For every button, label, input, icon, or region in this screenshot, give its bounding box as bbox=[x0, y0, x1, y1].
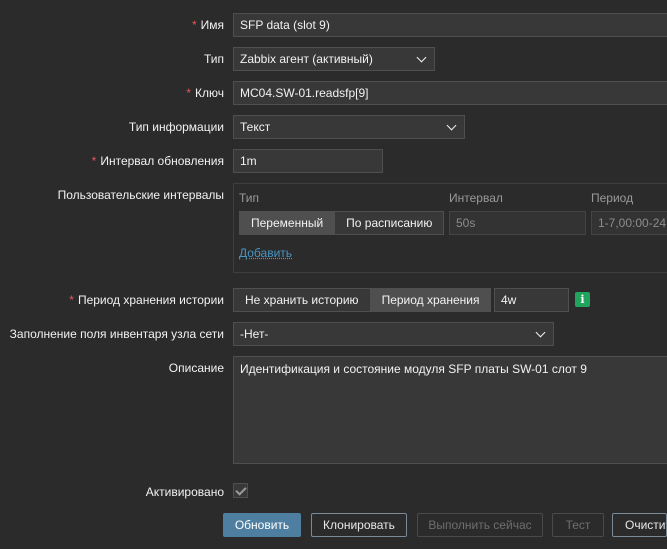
info-type-select-value: Текст bbox=[240, 120, 271, 134]
add-interval-link[interactable]: Добавить bbox=[239, 246, 292, 260]
interval-type-toggle: Переменный По расписанию bbox=[239, 211, 445, 235]
execute-now-button[interactable]: Выполнить сейчас bbox=[417, 513, 543, 537]
type-select-value: Zabbix агент (активный) bbox=[240, 52, 373, 66]
history-mode-toggle: Не хранить историю Период хранения bbox=[233, 288, 492, 312]
enabled-checkbox[interactable] bbox=[233, 483, 248, 498]
test-button[interactable]: Тест bbox=[552, 513, 604, 537]
required-marker: * bbox=[191, 18, 197, 32]
custom-intervals-label: Пользовательские интервалы bbox=[57, 188, 224, 202]
history-input[interactable]: 4w bbox=[494, 288, 569, 312]
description-label: Описание bbox=[168, 361, 224, 375]
opt-scheduling[interactable]: По расписанию bbox=[334, 211, 445, 235]
key-input[interactable]: MC04.SW-01.readsfp[9] bbox=[233, 81, 667, 105]
name-input[interactable]: SFP data (slot 9) bbox=[233, 13, 667, 37]
required-marker: * bbox=[186, 86, 192, 100]
inventory-select[interactable]: -Нет- bbox=[233, 322, 554, 346]
info-icon[interactable]: i bbox=[575, 292, 590, 307]
update-interval-input[interactable]: 1m bbox=[233, 149, 383, 173]
custom-interval-input[interactable]: 50s bbox=[449, 211, 586, 235]
enabled-label: Активировано bbox=[145, 485, 224, 499]
inventory-select-value: -Нет- bbox=[240, 327, 269, 341]
opt-history-period[interactable]: Период хранения bbox=[369, 288, 492, 312]
info-type-select[interactable]: Текст bbox=[233, 115, 465, 139]
col-type-header: Тип bbox=[239, 191, 260, 205]
clone-button[interactable]: Клонировать bbox=[311, 513, 407, 537]
description-textarea[interactable]: Идентификация и состояние модуля SFP пла… bbox=[233, 356, 667, 464]
col-interval-header: Интервал bbox=[449, 191, 503, 205]
type-label: Тип bbox=[203, 52, 224, 66]
custom-period-input[interactable]: 1-7,00:00-24:00 bbox=[591, 211, 667, 235]
inventory-label: Заполнение поля инвентаря узла сети bbox=[9, 327, 224, 341]
type-select[interactable]: Zabbix агент (активный) bbox=[233, 47, 435, 71]
update-interval-label: * Интервал обновления bbox=[91, 154, 224, 168]
history-label: * Период хранения истории bbox=[69, 293, 224, 307]
col-period-header: Период bbox=[591, 191, 634, 205]
opt-no-history[interactable]: Не хранить историю bbox=[233, 288, 371, 312]
key-label: * Ключ bbox=[186, 86, 224, 100]
opt-flexible[interactable]: Переменный bbox=[239, 211, 336, 235]
info-type-label: Тип информации bbox=[128, 120, 224, 134]
required-marker: * bbox=[91, 154, 97, 168]
clear-button[interactable]: Очистить bbox=[612, 513, 667, 537]
update-button[interactable]: Обновить bbox=[223, 513, 301, 537]
name-label: * Имя bbox=[191, 18, 224, 32]
required-marker: * bbox=[69, 293, 74, 307]
